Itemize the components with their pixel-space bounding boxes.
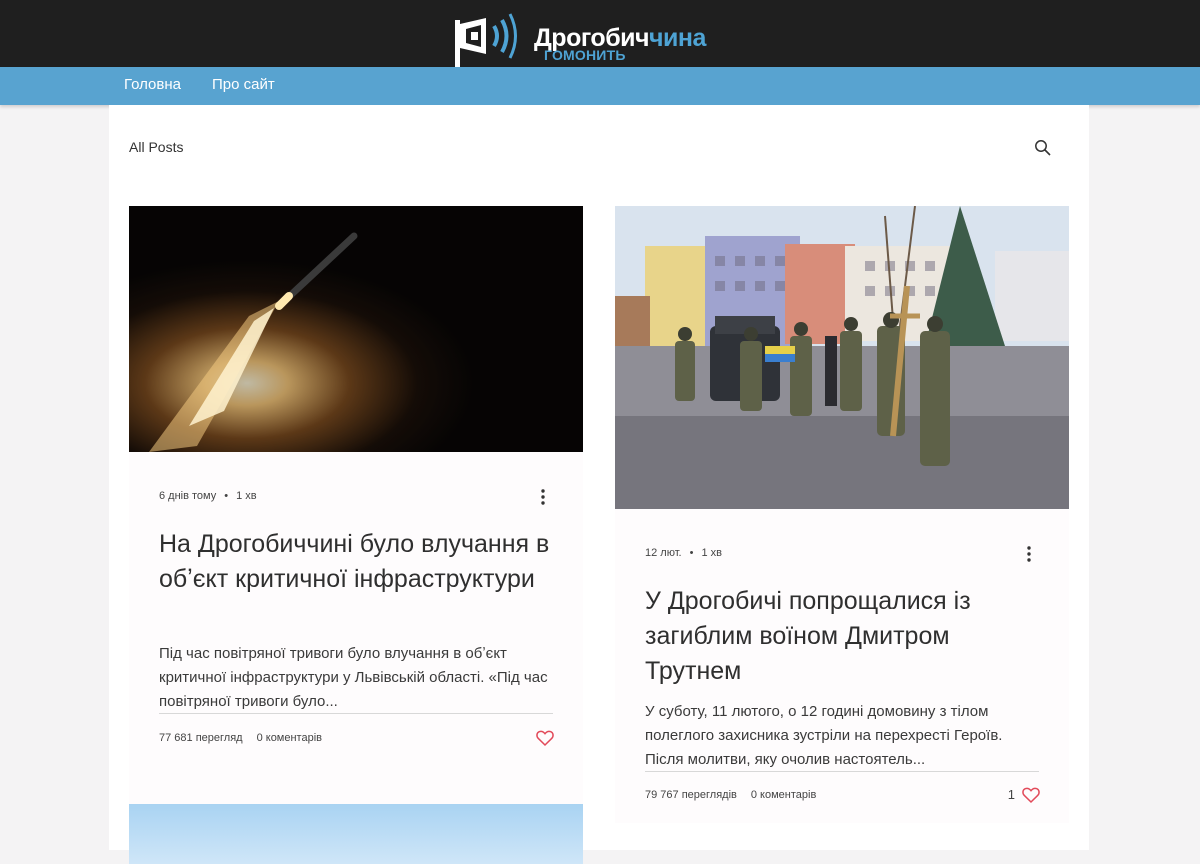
funeral-procession-image (615, 206, 1069, 509)
post-cover-image-funeral[interactable] (615, 206, 1069, 509)
site-logo[interactable]: Дрогобиччина ГОМОНИТЬ (452, 10, 742, 68)
post-excerpt: Під час повітряної тривоги було влучання… (159, 645, 548, 710)
post-date: 12 лют. (645, 547, 682, 559)
post-views: 77 681 перегляд (159, 732, 243, 744)
more-options-icon[interactable] (533, 487, 553, 507)
main-nav: Головна Про сайт (0, 67, 1200, 105)
logo-subtitle: ГОМОНИТЬ (544, 47, 626, 63)
post-excerpt: У суботу, 11 лютого, о 12 годині домовин… (645, 703, 1003, 768)
post-comments[interactable]: 0 коментарів (257, 732, 322, 744)
card-divider (159, 713, 553, 714)
meta-separator: • (689, 547, 694, 559)
logo-title-part2: чина (649, 24, 706, 52)
blog-feed: All Posts 6 днів тому • 1 хв На Дрогобич… (109, 105, 1089, 864)
heart-icon (1022, 787, 1040, 804)
post-stats: 77 681 перегляд 0 коментарів (159, 732, 322, 744)
all-posts-link[interactable]: All Posts (129, 139, 183, 155)
site-header: Дрогобиччина ГОМОНИТЬ (0, 0, 1200, 68)
post-card[interactable] (129, 804, 583, 864)
post-title[interactable]: На Дрогобиччині було влучання в обʼєкт к… (159, 527, 559, 597)
like-button[interactable]: 1 (985, 785, 1041, 805)
post-title[interactable]: У Дрогобичі попрощалися із загиблим воїн… (645, 584, 1045, 689)
like-button[interactable] (499, 728, 555, 748)
post-comments[interactable]: 0 коментарів (751, 789, 816, 801)
post-cover-image-missile[interactable] (129, 206, 583, 452)
more-options-icon[interactable] (1019, 544, 1039, 564)
post-card[interactable]: 12 лют. • 1 хв У Дрогобичі попрощалися із … (615, 206, 1069, 823)
megaphone-logo-icon (455, 13, 517, 68)
post-date: 6 днів тому (159, 490, 217, 502)
post-meta: 6 днів тому • 1 хв (159, 490, 257, 502)
post-views: 79 767 переглядів (645, 789, 737, 801)
meta-separator: • (224, 490, 229, 502)
missile-launch-image (129, 206, 583, 452)
post-cover-image[interactable] (129, 804, 583, 864)
post-card[interactable]: 6 днів тому • 1 хв На Дрогобиччині було вл… (129, 206, 583, 806)
post-read-time: 1 хв (236, 490, 257, 502)
heart-icon (536, 730, 554, 747)
search-icon[interactable] (1034, 139, 1052, 157)
post-read-time: 1 хв (701, 547, 722, 559)
like-count: 1 (1007, 787, 1015, 802)
nav-item-about[interactable]: Про сайт (212, 76, 275, 93)
card-divider (645, 771, 1039, 772)
nav-item-home[interactable]: Головна (124, 76, 181, 93)
post-meta: 12 лют. • 1 хв (645, 547, 722, 559)
post-stats: 79 767 переглядів 0 коментарів (645, 789, 816, 801)
